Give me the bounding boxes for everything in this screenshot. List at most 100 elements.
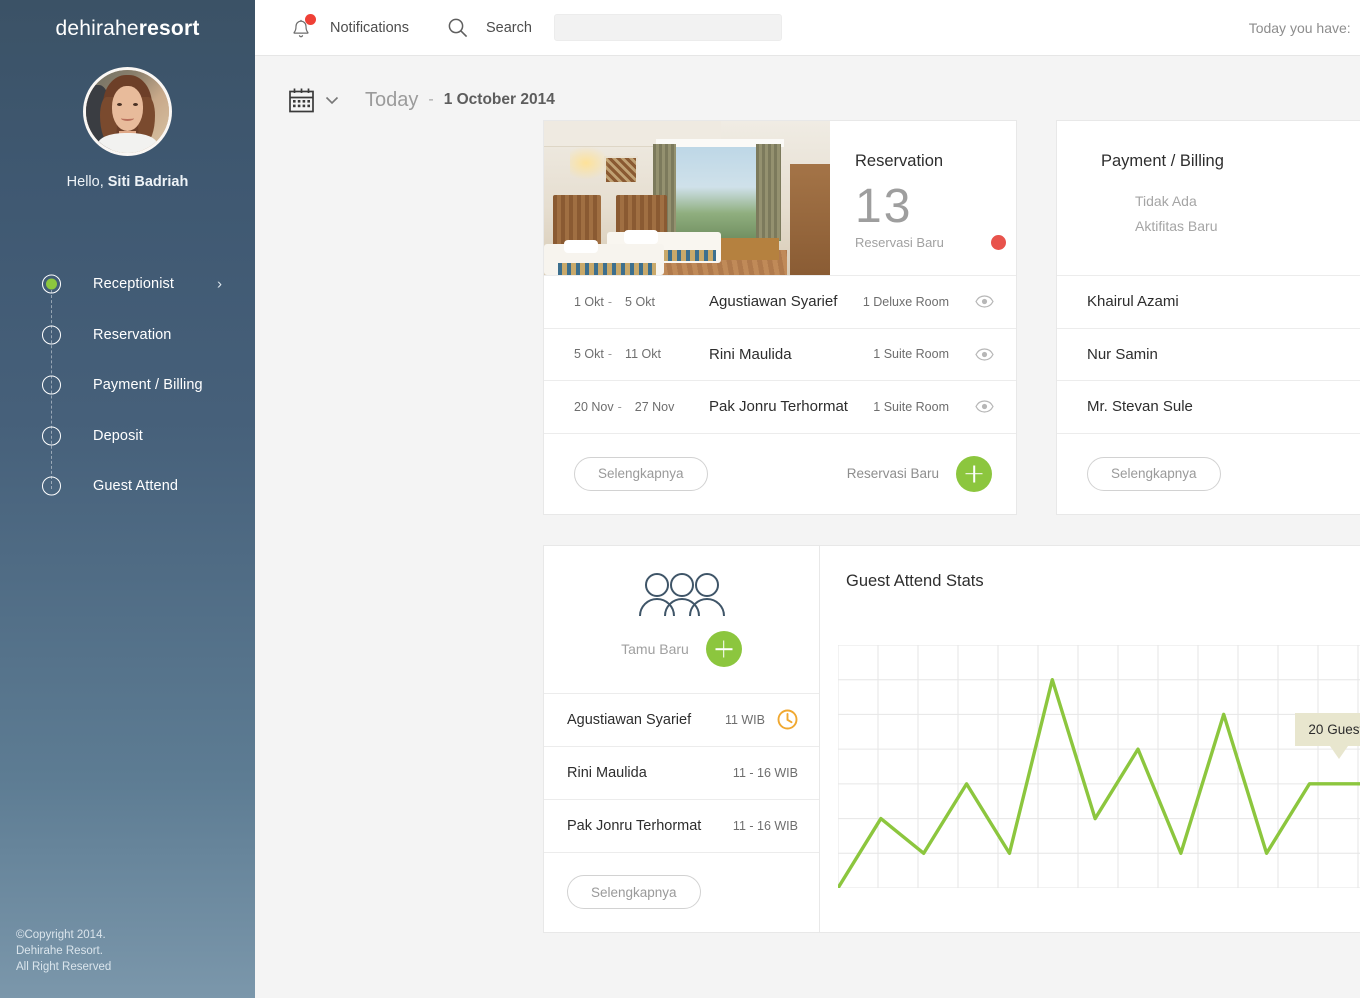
room-type: 1 Suite Room <box>873 399 949 414</box>
guest-name: Pak Jonru Terhormat <box>709 398 848 416</box>
guest-name: Rini Maulida <box>709 345 792 363</box>
reservation-title: Reservation <box>855 152 944 170</box>
date-bar: Today - 1 October 2014 <box>255 56 1360 120</box>
new-guest-label: Tamu Baru <box>621 641 689 657</box>
sidebar-item-label: Receptionist <box>93 276 174 293</box>
guest-time: 11 - 16 WIB <box>732 765 798 780</box>
date-dash: - <box>428 91 434 108</box>
copyright-line: All Right Reserved <box>16 961 112 973</box>
brand-logo[interactable]: dehiraheresort <box>0 0 255 41</box>
search-icon[interactable] <box>447 17 469 39</box>
line-chart: 20 Guests <box>836 644 1360 893</box>
date-end: 5 Okt <box>625 294 655 309</box>
guest-time: 11 - 16 WIB <box>732 818 798 833</box>
chevron-down-icon[interactable] <box>325 96 339 105</box>
date-today-label: Today <box>365 88 419 111</box>
reservation-dates: 5 Okt -11 Okt <box>574 347 661 362</box>
guest-name: Pak Jonru Terhormat <box>567 817 702 834</box>
reservation-more-button[interactable]: Selengkapnya <box>574 456 708 491</box>
sidebar: dehiraheresort Hello, Siti Badriah Recep… <box>0 0 255 998</box>
notification-badge <box>305 13 316 25</box>
date-start: 1 Okt <box>574 294 604 309</box>
list-item[interactable]: Agustiawan Syarief 11 WIB <box>544 692 819 746</box>
table-row[interactable]: Mr. Stevan Sule <box>1057 380 1360 433</box>
table-row[interactable]: Nur Samin <box>1057 327 1360 381</box>
avatar-wrapper <box>0 67 255 156</box>
dashboard-root: dehiraheresort Hello, Siti Badriah Recep… <box>0 0 1360 998</box>
copyright: ©Copyright 2014. Dehirahe Resort. All Ri… <box>16 927 111 975</box>
main-area: Notifications Search Today you have: 07 … <box>255 0 1360 998</box>
brand-bold: resort <box>138 17 200 40</box>
bullet-icon <box>42 426 61 446</box>
brand-light: dehirahe <box>55 17 139 40</box>
eye-icon[interactable] <box>975 295 994 308</box>
clock-icon <box>777 709 798 730</box>
avatar[interactable] <box>83 67 172 156</box>
payment-empty-line1: Tidak Ada <box>1135 193 1197 209</box>
chart-header: Guest Attend Stats Total Tamu 27 <box>820 572 1360 618</box>
table-row[interactable]: 5 Okt -11 Okt Rini Maulida 1 Suite Room <box>544 327 1016 381</box>
reservation-summary: Reservation 13 Reservasi Baru <box>830 121 1016 275</box>
reservation-dates: 20 Nov -27 Nov <box>574 399 675 414</box>
list-item[interactable]: Rini Maulida 11 - 16 WIB <box>544 745 819 799</box>
notifications-label: Notifications <box>330 19 409 36</box>
guest-attend-stats-card: Guest Attend Stats Total Tamu 27 20 Gues… <box>819 544 1360 933</box>
room-type: 1 Deluxe Room <box>862 294 949 309</box>
payment-empty-line2: Aktifitas Baru <box>1135 218 1218 234</box>
greeting-name: Siti Badriah <box>107 174 189 190</box>
sidebar-item-deposit[interactable]: Deposit <box>0 411 255 462</box>
sidebar-item-label: Guest Attend <box>93 478 179 495</box>
table-row[interactable]: 1 Okt -5 Okt Agustiawan Syarief 1 Deluxe … <box>544 275 1016 328</box>
payment-card-footer: Selengkapnya <box>1057 432 1360 514</box>
alert-dot-icon <box>990 235 1006 250</box>
sidebar-item-payment-billing[interactable]: Payment / Billing <box>0 360 255 411</box>
table-row[interactable]: 20 Nov -27 Nov Pak Jonru Terhormat 1 Suit… <box>544 380 1016 433</box>
search-input[interactable] <box>553 14 782 41</box>
eye-icon[interactable] <box>975 348 994 361</box>
greeting-prefix: Hello, <box>66 174 108 190</box>
room-photo <box>544 121 830 275</box>
reservation-card: Reservation 13 Reservasi Baru 1 Okt -5 Ok… <box>543 120 1017 515</box>
chart-svg <box>836 644 1360 890</box>
payer-name: Nur Samin <box>1087 345 1158 363</box>
bullet-icon <box>42 375 61 395</box>
sidebar-item-receptionist[interactable]: Receptionist › <box>0 259 255 310</box>
bullet-icon <box>42 325 61 345</box>
bullet-icon <box>42 476 61 496</box>
reservation-card-header: Reservation 13 Reservasi Baru <box>544 121 1016 275</box>
calendar-icon[interactable] <box>288 87 315 114</box>
copyright-line: ©Copyright 2014. <box>16 929 106 941</box>
new-reservation-label: Reservasi Baru <box>846 466 939 481</box>
guest-card-header: Tamu Baru <box>544 546 819 693</box>
payment-empty-state: Tidak Ada Aktifitas Baru <box>1101 189 1360 239</box>
eye-icon[interactable] <box>975 400 994 413</box>
people-icon <box>638 573 725 617</box>
guest-card-footer: Selengkapnya <box>544 851 819 932</box>
top-stats: Today you have: 07 Active Guest 13 Room … <box>1249 8 1360 48</box>
sidebar-nav: Receptionist › Reservation Payment / Bil… <box>0 259 255 512</box>
greeting: Hello, Siti Badriah <box>0 174 255 190</box>
guest-time: 11 WIB <box>724 712 765 727</box>
payment-billing-card: Payment / Billing Tidak Ada Aktifitas Ba… <box>1056 120 1360 515</box>
bullet-icon <box>42 274 61 294</box>
guest-name: Agustiawan Syarief <box>709 293 838 311</box>
add-guest-button[interactable] <box>705 631 742 667</box>
payment-more-button[interactable]: Selengkapnya <box>1087 456 1221 491</box>
room-type: 1 Suite Room <box>873 347 949 362</box>
notifications-button[interactable] <box>291 13 316 40</box>
content: Reservation 13 Reservasi Baru 1 Okt -5 Ok… <box>255 120 1360 933</box>
reservation-dates: 1 Okt -5 Okt <box>574 294 655 309</box>
sidebar-item-label: Reservation <box>93 326 172 343</box>
add-reservation-button[interactable] <box>956 455 992 492</box>
guest-more-button[interactable]: Selengkapnya <box>567 875 701 909</box>
topbar: Notifications Search Today you have: 07 … <box>255 0 1360 56</box>
copyright-line: Dehirahe Resort. <box>16 945 103 957</box>
sidebar-item-label: Deposit <box>93 427 143 444</box>
sidebar-item-guest-attend[interactable]: Guest Attend <box>0 461 255 512</box>
table-row[interactable]: Khairul Azami <box>1057 275 1360 328</box>
payer-name: Mr. Stevan Sule <box>1087 398 1193 416</box>
sidebar-item-reservation[interactable]: Reservation <box>0 310 255 361</box>
guest-name: Rini Maulida <box>567 764 647 781</box>
list-item[interactable]: Pak Jonru Terhormat 11 - 16 WIB <box>544 798 819 852</box>
date-end: 11 Okt <box>625 347 661 362</box>
